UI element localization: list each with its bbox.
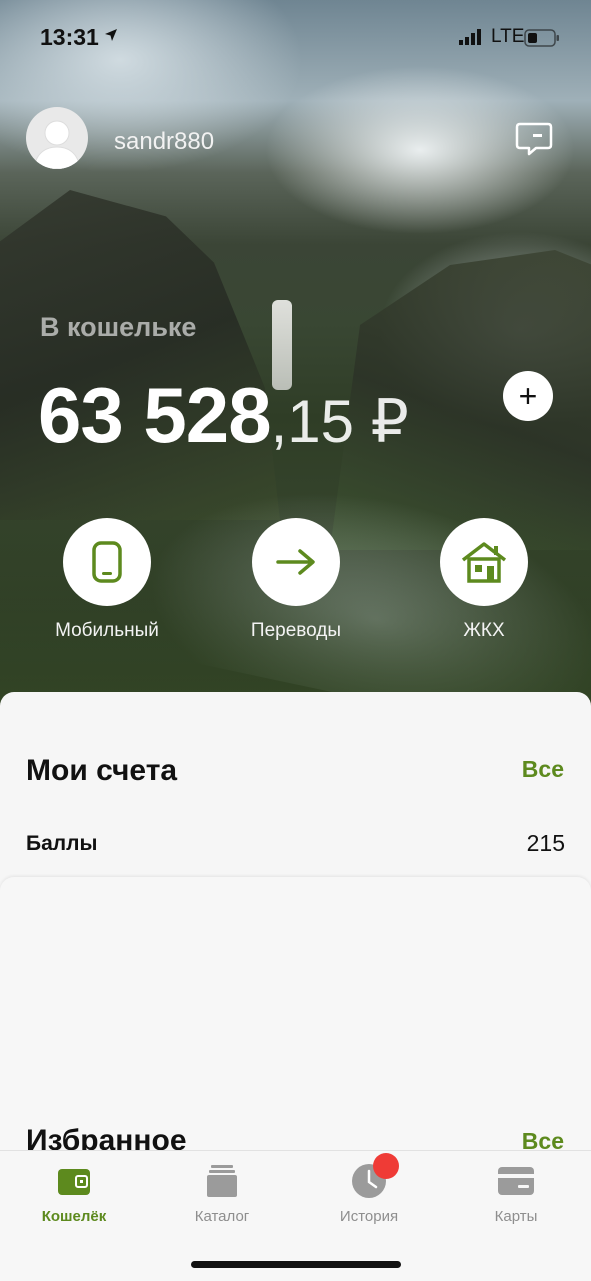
tab-label: Кошелёк	[41, 1208, 107, 1225]
tab-catalog[interactable]: Каталог	[162, 1163, 282, 1225]
tab-label: История	[339, 1208, 399, 1225]
quick-action-transfers[interactable]: Переводы	[226, 518, 366, 642]
quick-action-utilities-circle[interactable]	[440, 518, 528, 606]
home-indicator[interactable]	[191, 1261, 401, 1268]
tab-label: Каталог	[194, 1208, 250, 1225]
quick-action-utilities[interactable]: ЖКХ	[414, 518, 554, 642]
quick-action-mobile-circle[interactable]	[63, 518, 151, 606]
status-time: 13:31	[40, 24, 99, 50]
accounts-card	[0, 692, 591, 892]
cellular-signal-icon	[459, 29, 481, 45]
card-icon	[498, 1163, 534, 1199]
clock-icon	[351, 1153, 399, 1199]
account-value: 215	[526, 830, 565, 856]
quick-action-label: Переводы	[250, 620, 342, 641]
username[interactable]: sandr880	[114, 128, 214, 156]
quick-action-mobile[interactable]: Мобильный	[37, 518, 177, 642]
location-arrow-icon	[105, 29, 117, 41]
quick-action-label: ЖКХ	[463, 620, 505, 641]
wallet-icon	[56, 1163, 92, 1199]
wallet-balance: 63 528,15 ₽	[38, 370, 409, 461]
arrow-right-icon	[276, 549, 315, 575]
quick-action-transfers-circle[interactable]	[252, 518, 340, 606]
tab-wallet[interactable]: Кошелёк	[14, 1163, 134, 1225]
accounts-all-link[interactable]: Все	[522, 756, 564, 783]
balance-fraction: ,15 ₽	[270, 388, 409, 455]
chat-bubble-icon[interactable]	[514, 121, 554, 157]
accounts-title: Мои счета	[26, 754, 178, 787]
tab-label: Карты	[494, 1208, 538, 1225]
account-name: Баллы	[26, 832, 98, 855]
carrier-label: LTE	[491, 26, 525, 47]
mobile-phone-icon	[92, 541, 122, 583]
user-avatar-icon	[33, 120, 81, 169]
add-funds-button[interactable]: +	[503, 371, 553, 421]
tab-history[interactable]: История	[309, 1153, 429, 1225]
account-row[interactable]: Баллы 215	[26, 830, 565, 860]
house-icon	[461, 542, 507, 583]
quick-action-label: Мобильный	[55, 620, 159, 641]
tab-cards[interactable]: Карты	[456, 1163, 576, 1225]
avatar[interactable]	[26, 107, 88, 169]
catalog-icon	[204, 1163, 240, 1199]
balance-integer: 63 528	[38, 371, 272, 459]
status-bar: 13:31 LTE	[0, 0, 591, 80]
battery-icon	[524, 29, 559, 47]
wallet-label: В кошельке	[40, 312, 197, 342]
notification-badge	[373, 1153, 399, 1179]
